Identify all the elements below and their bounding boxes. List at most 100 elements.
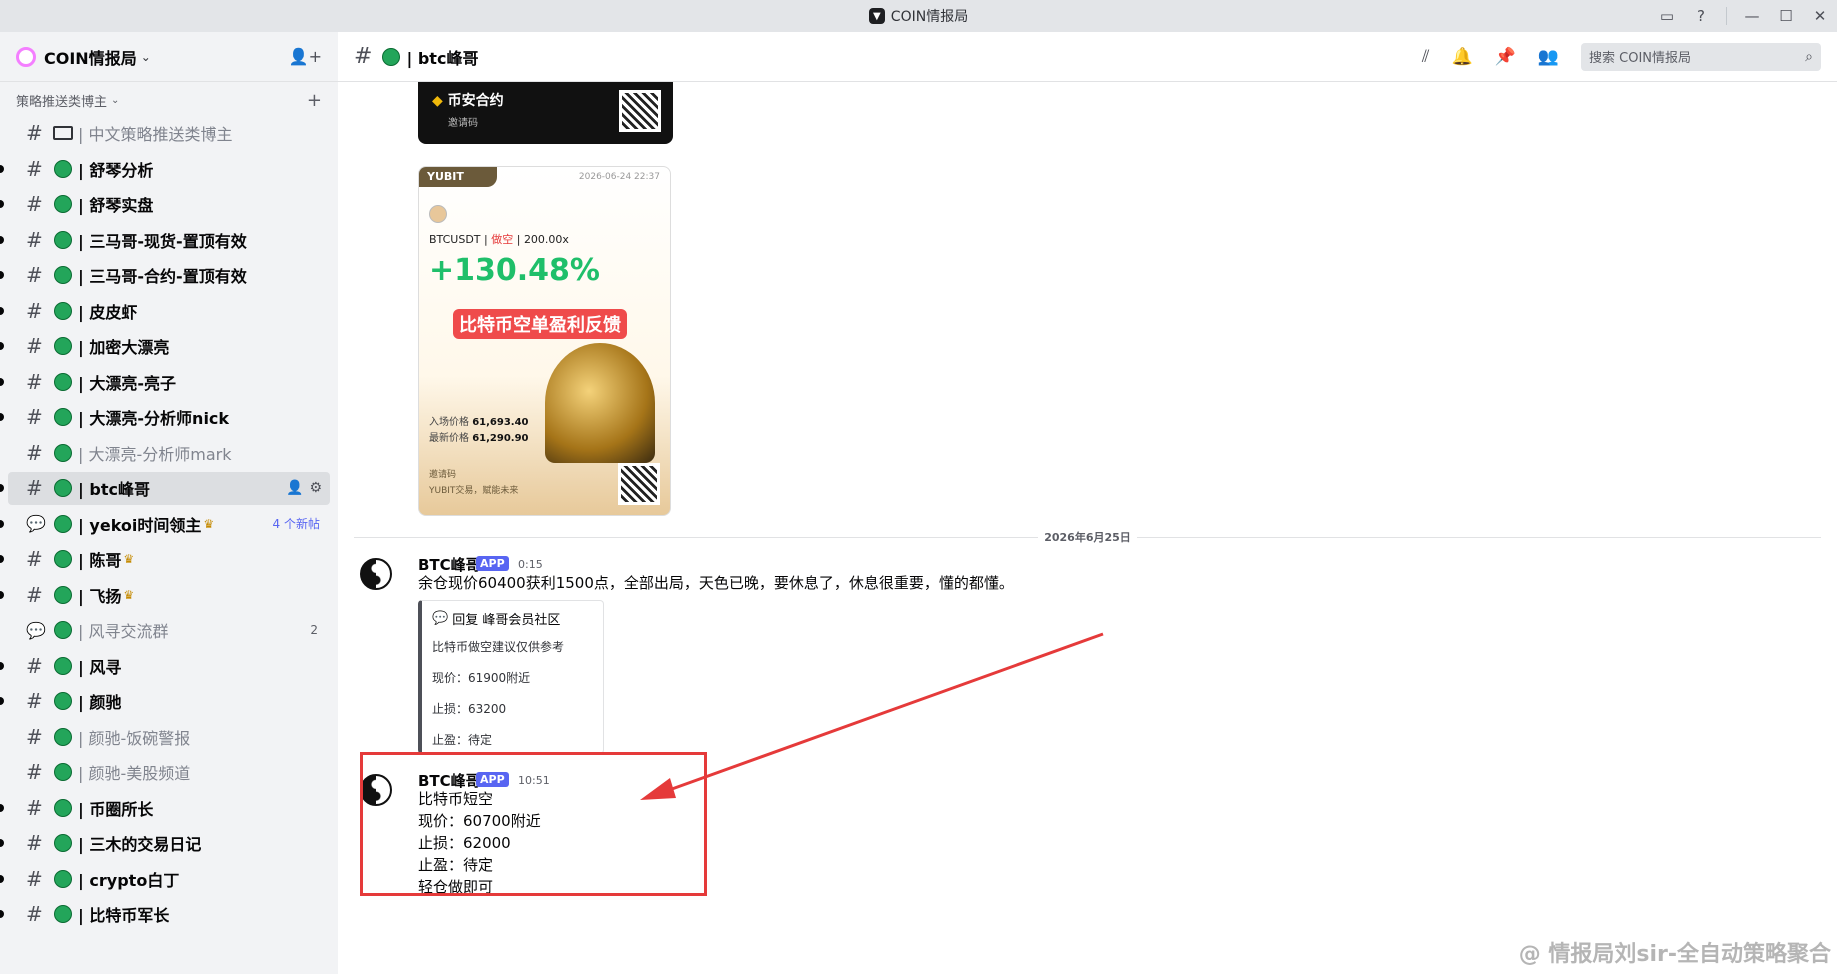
channel-header: # | btc峰哥 ⫽ 🔔 📌 👥 搜索 COIN情报局 ⌕ (338, 32, 1837, 82)
unread-indicator (0, 910, 4, 919)
green-circle-icon (54, 763, 72, 782)
sidebar-channel-item[interactable]: 💬 | yekoi时间领主 ♛ 4 个新帖 (0, 508, 330, 541)
sidebar-channel-item[interactable]: # | 比特币军长 (0, 898, 330, 931)
green-circle-icon (54, 479, 72, 498)
bell-icon[interactable]: 🔔 (1451, 47, 1472, 67)
inbox-icon[interactable]: ▭ (1650, 0, 1684, 32)
channel-name: | btc峰哥 (78, 480, 151, 500)
green-circle-icon (54, 621, 72, 640)
yubit-tag: YUBIT (419, 167, 497, 187)
reply-embed[interactable]: 💬 回复 峰哥会员社区 比特币做空建议仅供参考 现价：61900附近 止损：63… (418, 600, 604, 754)
hash-icon: # (354, 44, 373, 69)
green-circle-icon (54, 727, 72, 746)
hash-icon: # (26, 689, 43, 714)
sidebar-channel-item[interactable]: # | 大漂亮-分析师nick (0, 401, 330, 434)
channel-name: | 皮皮虾 (78, 302, 138, 322)
window-title-text: COIN情报局 (890, 9, 969, 25)
channel-name: | 比特币军长 (78, 906, 170, 926)
message-timestamp: 0:15 (518, 558, 543, 571)
reply-line: 比特币做空建议仅供参考 (432, 640, 565, 654)
sidebar-channel-item[interactable]: # | 颜驰-美股频道 (8, 756, 330, 789)
invite-people-icon[interactable]: 👤+ (289, 47, 322, 66)
channel-name: | 风寻 (78, 657, 122, 677)
channel-category[interactable]: 策略推送类博主 ⌄ + (0, 86, 338, 114)
green-circle-icon (54, 337, 72, 356)
green-circle-icon (54, 834, 72, 853)
forum-icon: 💬 (26, 514, 46, 534)
yubit-pnl-image[interactable]: YUBIT 2026-06-24 22:37 BTCUSDT | 做空 | 20… (418, 166, 671, 516)
crown-icon: ♛ (123, 552, 135, 567)
sidebar-channel-item[interactable]: # | 三马哥-合约-置顶有效 (0, 259, 330, 292)
sidebar-channel-item[interactable]: # | 舒琴分析 (0, 153, 330, 186)
yubit-pnl: +130.48% (429, 253, 600, 288)
reply-title: 💬 回复 峰哥会员社区 (432, 611, 561, 628)
watermark-text: @ 情报局刘sir-全自动策略聚合 (1518, 942, 1831, 967)
unread-indicator (0, 555, 4, 564)
channel-name: | 三木的交易日记 (78, 835, 202, 855)
green-circle-icon (54, 514, 72, 533)
forum-icon: 💬 (26, 620, 46, 640)
sidebar-channel-item[interactable]: # | 三马哥-现货-置顶有效 (0, 224, 330, 257)
hash-icon: # (26, 405, 43, 430)
green-circle-icon (54, 905, 72, 924)
gear-icon[interactable]: ⚙ (309, 480, 322, 496)
hash-icon: # (26, 582, 43, 607)
green-circle-icon (54, 408, 72, 427)
green-circle-icon (54, 159, 72, 178)
sidebar-channel-item[interactable]: # | 中文策略推送类博主 (8, 117, 330, 150)
unread-indicator (0, 271, 4, 280)
divider (1726, 7, 1727, 25)
channel-name: | 颜驰-美股频道 (78, 764, 191, 784)
sidebar-channel-item[interactable]: # | crypto白丁 (0, 863, 330, 896)
sidebar-channel-item[interactable]: # | 舒琴实盘 (0, 188, 330, 221)
sidebar-channel-item[interactable]: # | 皮皮虾 (0, 295, 330, 328)
pin-icon[interactable]: 📌 (1495, 47, 1516, 67)
unread-indicator (0, 164, 4, 173)
hash-icon: # (26, 831, 43, 856)
invite-icon[interactable]: 👤 (286, 480, 303, 496)
maximize-button[interactable]: ☐ (1769, 0, 1803, 32)
unread-indicator (0, 839, 4, 848)
green-circle-icon (54, 550, 72, 569)
binance-card-image[interactable]: ◆ 币安合约 邀请码 (418, 82, 673, 144)
search-input[interactable]: 搜索 COIN情报局 ⌕ (1581, 42, 1821, 71)
binance-invite-label: 邀请码 (448, 118, 478, 129)
sidebar-channel-item[interactable]: 💬 | 风寻交流群 2 (8, 614, 330, 647)
sidebar-channel-item[interactable]: # | 陈哥 ♛ (0, 543, 330, 576)
app-logo-icon: ▼ (868, 8, 885, 24)
threads-icon[interactable]: ⫽ (1422, 47, 1430, 67)
add-channel-icon[interactable]: + (307, 90, 322, 111)
green-circle-icon (54, 869, 72, 888)
unread-indicator (0, 519, 4, 528)
new-posts-badge: 4 个新帖 (272, 517, 320, 532)
hash-icon: # (26, 192, 43, 217)
avatar[interactable] (360, 558, 392, 590)
hash-icon: # (26, 263, 43, 288)
sidebar-channel-item[interactable]: # | 大漂亮-亮子 (0, 366, 330, 399)
sidebar-channel-item[interactable]: # | 飞扬 ♛ (0, 579, 330, 612)
close-button[interactable]: ✕ (1803, 0, 1837, 32)
hash-icon: # (26, 760, 43, 785)
sidebar-channel-item[interactable]: # | 加密大漂亮 (0, 330, 330, 363)
sidebar-channel-item[interactable]: # | 颜驰 (0, 685, 330, 718)
sidebar-channel-item[interactable]: # | 颜驰-饭碗警报 (8, 721, 330, 754)
yubit-pair: BTCUSDT | 做空 | 200.00x (429, 233, 569, 246)
green-circle-icon (382, 47, 401, 66)
unread-indicator (0, 661, 4, 670)
sidebar-channel-item[interactable]: # | 币圈所长 (0, 792, 330, 825)
sidebar-channel-item[interactable]: # | btc峰哥 👤 ⚙ (0, 472, 330, 505)
hash-icon: # (26, 440, 43, 465)
member-list-icon[interactable]: 👥 (1538, 47, 1559, 67)
sidebar-channel-item[interactable]: # | 三木的交易日记 (0, 827, 330, 860)
channel-name: | crypto白丁 (78, 870, 180, 890)
sidebar-channel-item[interactable]: # | 大漂亮-分析师mark (8, 437, 330, 470)
server-header[interactable]: COIN情报局 ⌄ 👤+ (0, 32, 338, 82)
avatar (429, 205, 447, 223)
help-icon[interactable]: ? (1684, 0, 1718, 32)
hash-icon: # (26, 547, 43, 572)
message-text: 余仓现价60400获利1500点，全部出局，天色已晚，要休息了，休息很重要，懂的… (418, 574, 1014, 592)
minimize-button[interactable]: — (1735, 0, 1769, 32)
hash-icon: # (26, 156, 43, 181)
binance-logo: ◆ 币安合约 (432, 93, 504, 109)
sidebar-channel-item[interactable]: # | 风寻 (0, 650, 330, 683)
